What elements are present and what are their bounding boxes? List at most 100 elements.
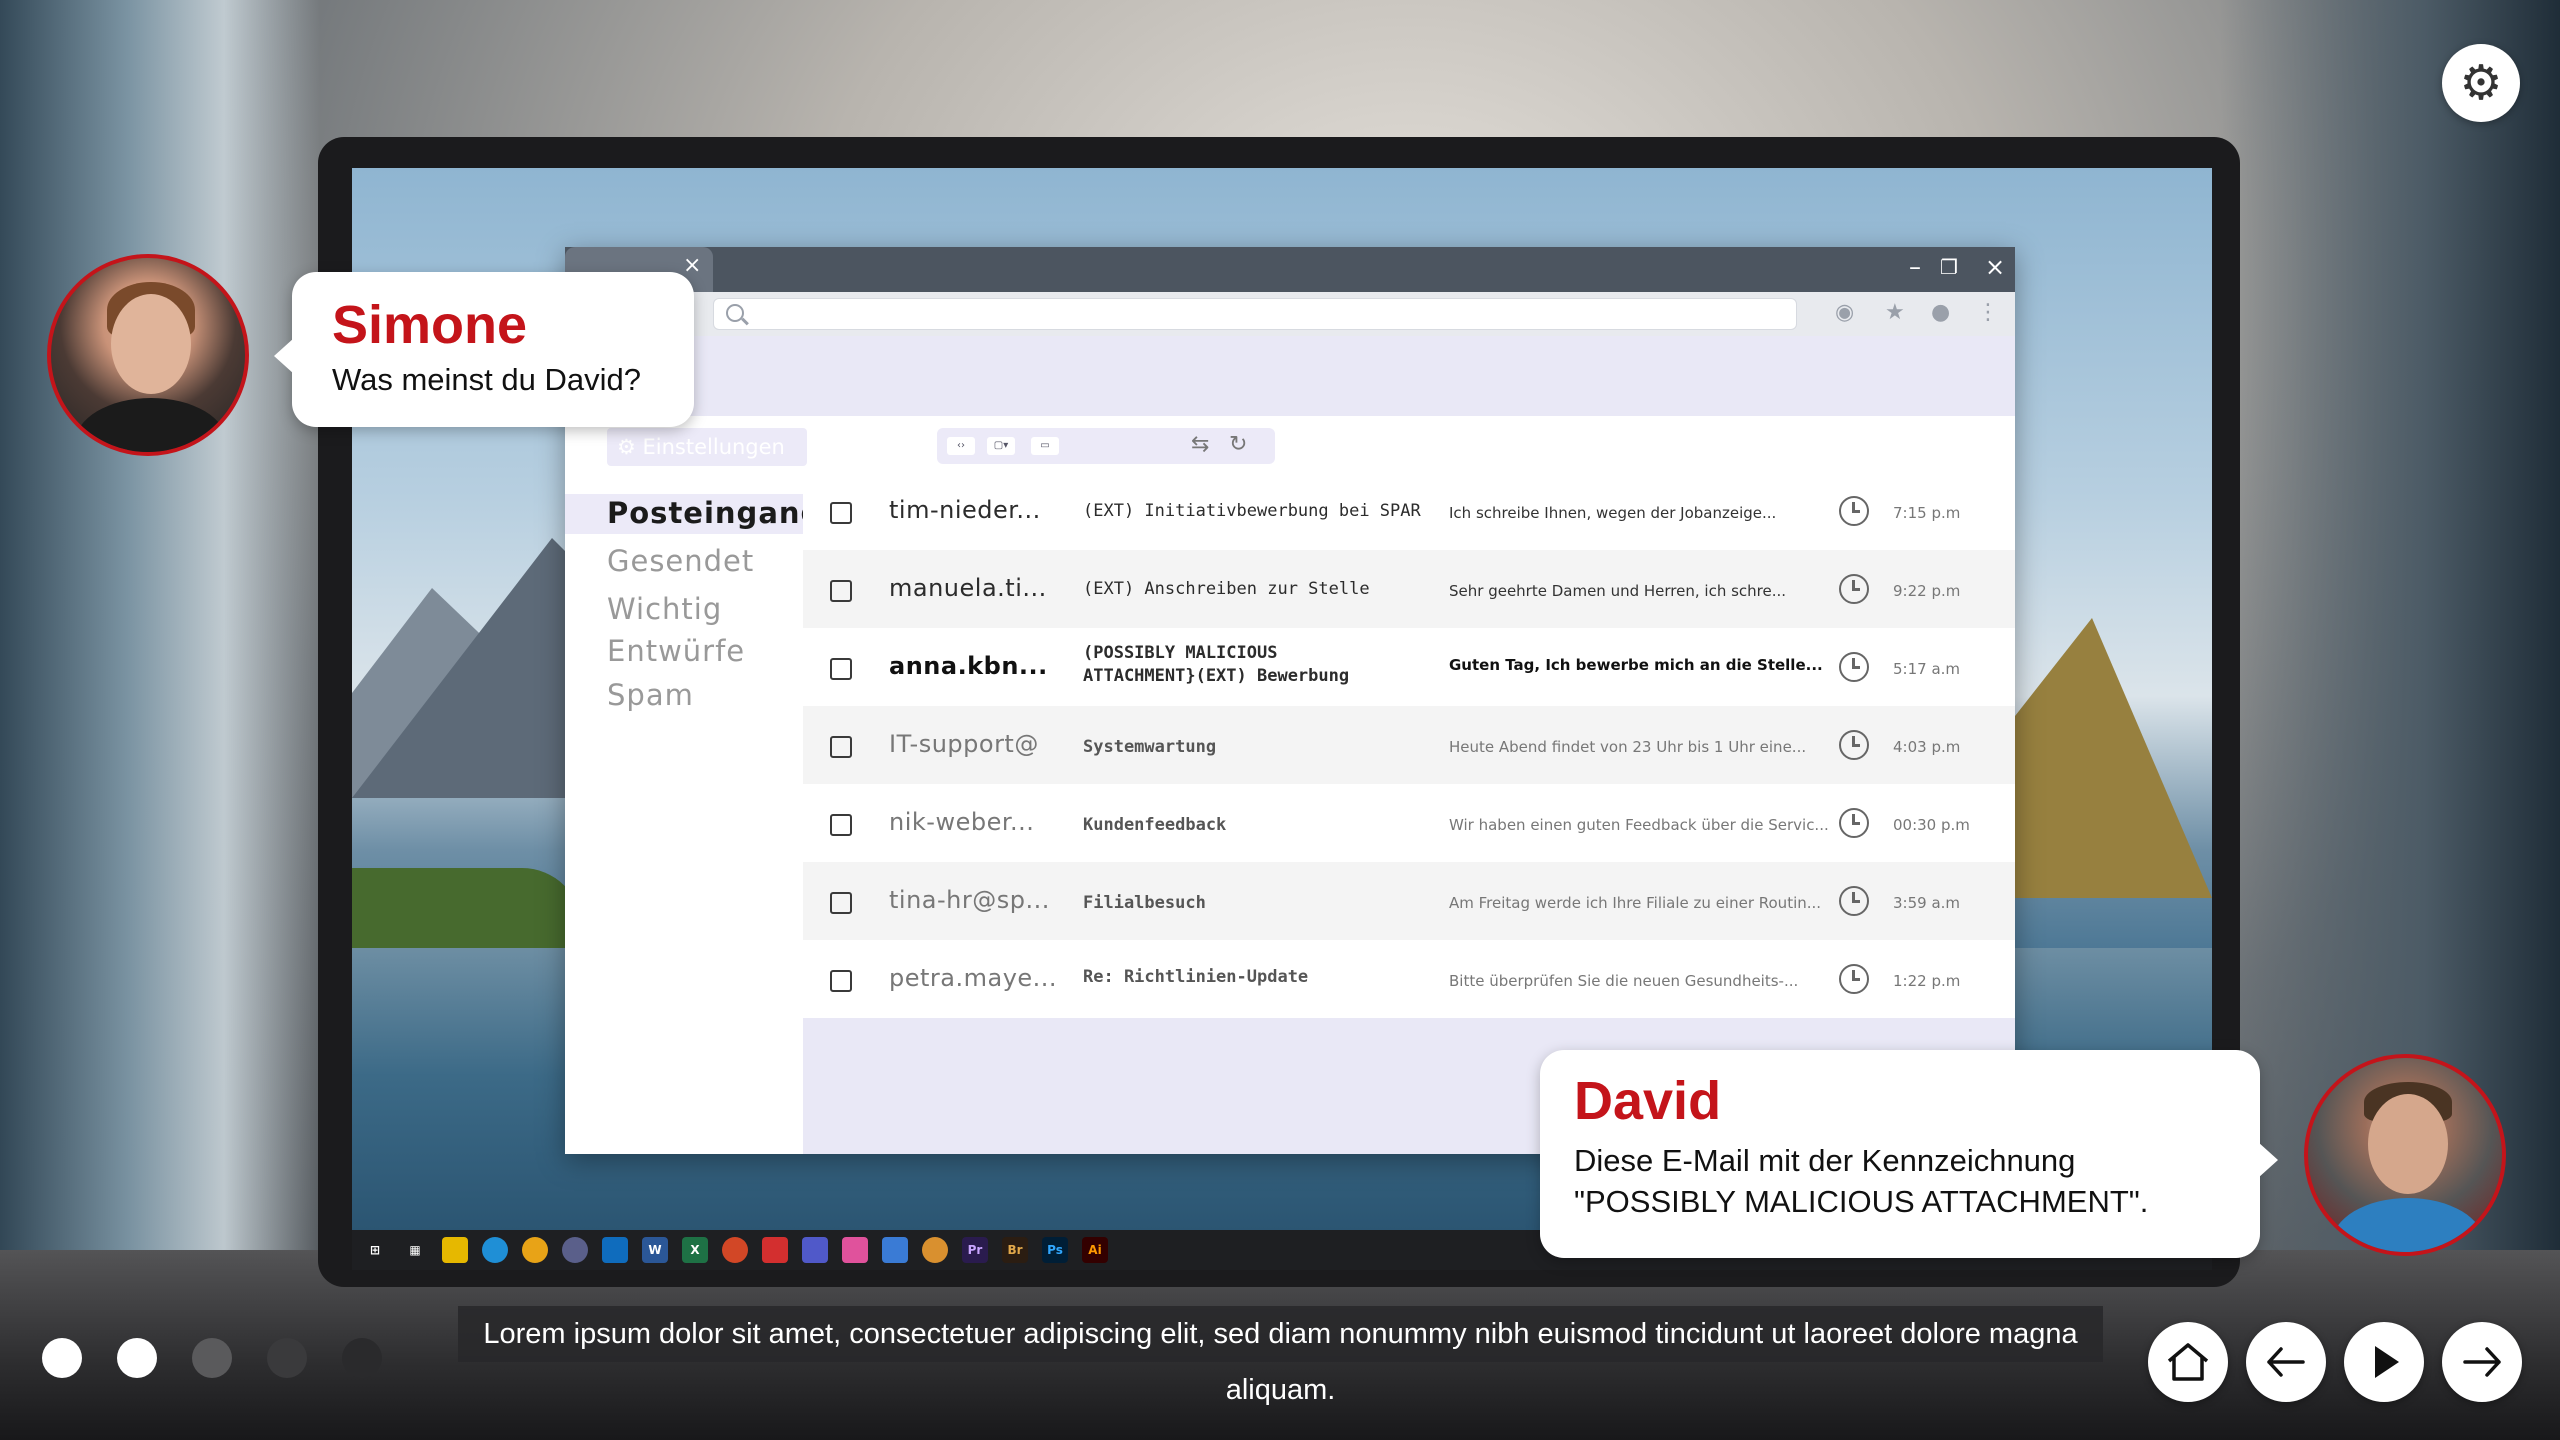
folder-spam[interactable]: Spam [607, 678, 694, 712]
email-checkbox[interactable] [830, 814, 852, 836]
simone-avatar [47, 254, 249, 456]
email-subject: Re: Richtlinien-Update [1083, 967, 1309, 987]
play-button[interactable] [2344, 1322, 2424, 1402]
restore-icon[interactable]: ❐ [1931, 251, 1967, 283]
email-preview: Am Freitag werde ich Ihre Filiale zu ein… [1449, 894, 1822, 912]
email-row[interactable]: IT-support@ Systemwartung Heute Abend fi… [803, 706, 2015, 784]
email-time: 3:59 a.m [1893, 894, 1961, 912]
david-avatar [2304, 1054, 2506, 1256]
email-sender: tim-nieder... [889, 496, 1041, 524]
email-checkbox[interactable] [830, 736, 852, 758]
clock-icon [1839, 886, 1869, 916]
file-explorer-icon[interactable] [442, 1237, 468, 1263]
acrobat-icon[interactable] [762, 1237, 788, 1263]
progress-dot[interactable] [192, 1338, 232, 1378]
avatar-shirt [75, 398, 227, 452]
email-checkbox[interactable] [830, 502, 852, 524]
email-sender: petra.maye... [889, 964, 1058, 992]
app-icon[interactable] [922, 1237, 948, 1263]
email-checkbox[interactable] [830, 892, 852, 914]
email-preview: Ich schreibe Ihnen, wegen der Jobanzeige… [1449, 504, 1777, 522]
play-icon [2375, 1346, 2399, 1378]
task-view-icon[interactable]: ▦ [402, 1237, 428, 1263]
premiere-icon[interactable]: Pr [962, 1237, 988, 1263]
clock-icon [1839, 574, 1869, 604]
app-icon[interactable] [562, 1237, 588, 1263]
email-subject: Kundenfeedback [1083, 815, 1227, 835]
settings-label: Einstellungen [642, 435, 785, 459]
email-preview: Guten Tag, Ich bewerbe mich an die Stell… [1449, 656, 1823, 674]
toolbar-group: ‹› ▢▾ ▭ ⇆ ↻ [937, 428, 1275, 464]
progress-dot[interactable] [342, 1338, 382, 1378]
email-row[interactable]: petra.maye... Re: Richtlinien-Update Bit… [803, 940, 2015, 1018]
minimize-icon[interactable]: – [1897, 251, 1933, 283]
avatar-face [2368, 1094, 2448, 1194]
powerpoint-icon[interactable] [722, 1237, 748, 1263]
close-window-icon[interactable]: × [1977, 251, 2013, 283]
profile-icon[interactable]: ● [1931, 300, 1950, 325]
next-button[interactable] [2442, 1322, 2522, 1402]
email-checkbox[interactable] [830, 580, 852, 602]
email-preview: Sehr geehrte Damen und Herren, ich schre… [1449, 582, 1787, 600]
email-sender: IT-support@ [889, 730, 1039, 758]
photoshop-icon[interactable]: Ps [1042, 1237, 1068, 1263]
folder-drafts[interactable]: Entwürfe [607, 634, 745, 668]
progress-dot-active[interactable] [42, 1338, 82, 1378]
teams-icon[interactable] [802, 1237, 828, 1263]
clock-icon [1839, 964, 1869, 994]
email-subject: (POSSIBLY MALICIOUS ATTACHMENT}(EXT) Bew… [1083, 642, 1349, 688]
star-icon[interactable]: ★ [1885, 300, 1905, 325]
avatar-shirt [2332, 1198, 2484, 1252]
email-subject-line: (POSSIBLY MALICIOUS [1083, 643, 1278, 663]
edge-icon[interactable] [482, 1237, 508, 1263]
url-field[interactable] [713, 298, 1797, 330]
email-checkbox[interactable] [830, 970, 852, 992]
settings-gear-button[interactable]: ⚙ [2442, 44, 2520, 122]
email-row[interactable]: nik-weber... Kundenfeedback Wir haben ei… [803, 784, 2015, 862]
speaker-name: Simone [332, 295, 528, 355]
back-button[interactable] [2246, 1322, 2326, 1402]
illustrator-icon[interactable]: Ai [1082, 1237, 1108, 1263]
email-preview: Bitte überprüfen Sie die neuen Gesundhei… [1449, 972, 1799, 990]
speech-text: Was meinst du David? [332, 362, 641, 397]
progress-dot-active[interactable] [117, 1338, 157, 1378]
mail-toolbar: ⚙ Einstellungen ‹› ▢▾ ▭ ⇆ ↻ [565, 416, 2015, 472]
refresh-icon[interactable]: ↻ [1229, 432, 1247, 457]
email-row[interactable]: tina-hr@sp... Filialbesuch Am Freitag we… [803, 862, 2015, 940]
word-icon[interactable]: W [642, 1237, 668, 1263]
mail-header-banner [565, 336, 2015, 416]
code-icon[interactable]: ‹› [947, 437, 975, 455]
clock-icon [1839, 808, 1869, 838]
folder-important[interactable]: Wichtig [607, 592, 722, 626]
settings-button[interactable]: ⚙ Einstellungen [607, 428, 807, 466]
email-row[interactable]: manuela.ti... (EXT) Anschreiben zur Stel… [803, 550, 2015, 628]
more-menu-icon[interactable]: ⋮ [1977, 300, 1999, 325]
speaker-name: David [1574, 1071, 1722, 1131]
swap-icon[interactable]: ⇆ [1191, 432, 1209, 457]
simone-speech-bubble: Simone Was meinst du David? [274, 272, 694, 427]
email-row-malicious[interactable]: anna.kbn... (POSSIBLY MALICIOUS ATTACHME… [803, 628, 2015, 706]
folder-inbox[interactable]: Posteingang [607, 496, 822, 530]
layout-icon[interactable]: ▢▾ [987, 437, 1015, 455]
close-tab-icon[interactable]: × [683, 253, 701, 278]
email-time: 7:15 p.m [1893, 504, 1961, 522]
caption-bar: Lorem ipsum dolor sit amet, consectetuer… [458, 1306, 2103, 1406]
bridge-icon[interactable]: Br [1002, 1237, 1028, 1263]
folder-sent[interactable]: Gesendet [607, 544, 754, 578]
photos-icon[interactable] [842, 1237, 868, 1263]
email-row[interactable]: tim-nieder... (EXT) Initiativbewerbung b… [803, 472, 2015, 550]
home-button[interactable] [2148, 1322, 2228, 1402]
windows-start-icon[interactable]: ⊞ [362, 1237, 388, 1263]
email-time: 00:30 p.m [1893, 816, 1970, 834]
email-subject: Filialbesuch [1083, 893, 1206, 913]
chrome-icon[interactable] [522, 1237, 548, 1263]
browser-window: × – ❐ × ◉ ★ ● ⋮ ⚙ Einstellungen ‹› ▢▾ ▭ … [565, 247, 2015, 1154]
eye-icon[interactable]: ◉ [1835, 300, 1854, 325]
app-icon[interactable] [882, 1237, 908, 1263]
excel-icon[interactable]: X [682, 1237, 708, 1263]
email-subject: (EXT) Initiativbewerbung bei SPAR [1083, 501, 1421, 521]
email-checkbox[interactable] [830, 658, 852, 680]
progress-dot[interactable] [267, 1338, 307, 1378]
view-icon[interactable]: ▭ [1031, 437, 1059, 455]
outlook-icon[interactable] [602, 1237, 628, 1263]
